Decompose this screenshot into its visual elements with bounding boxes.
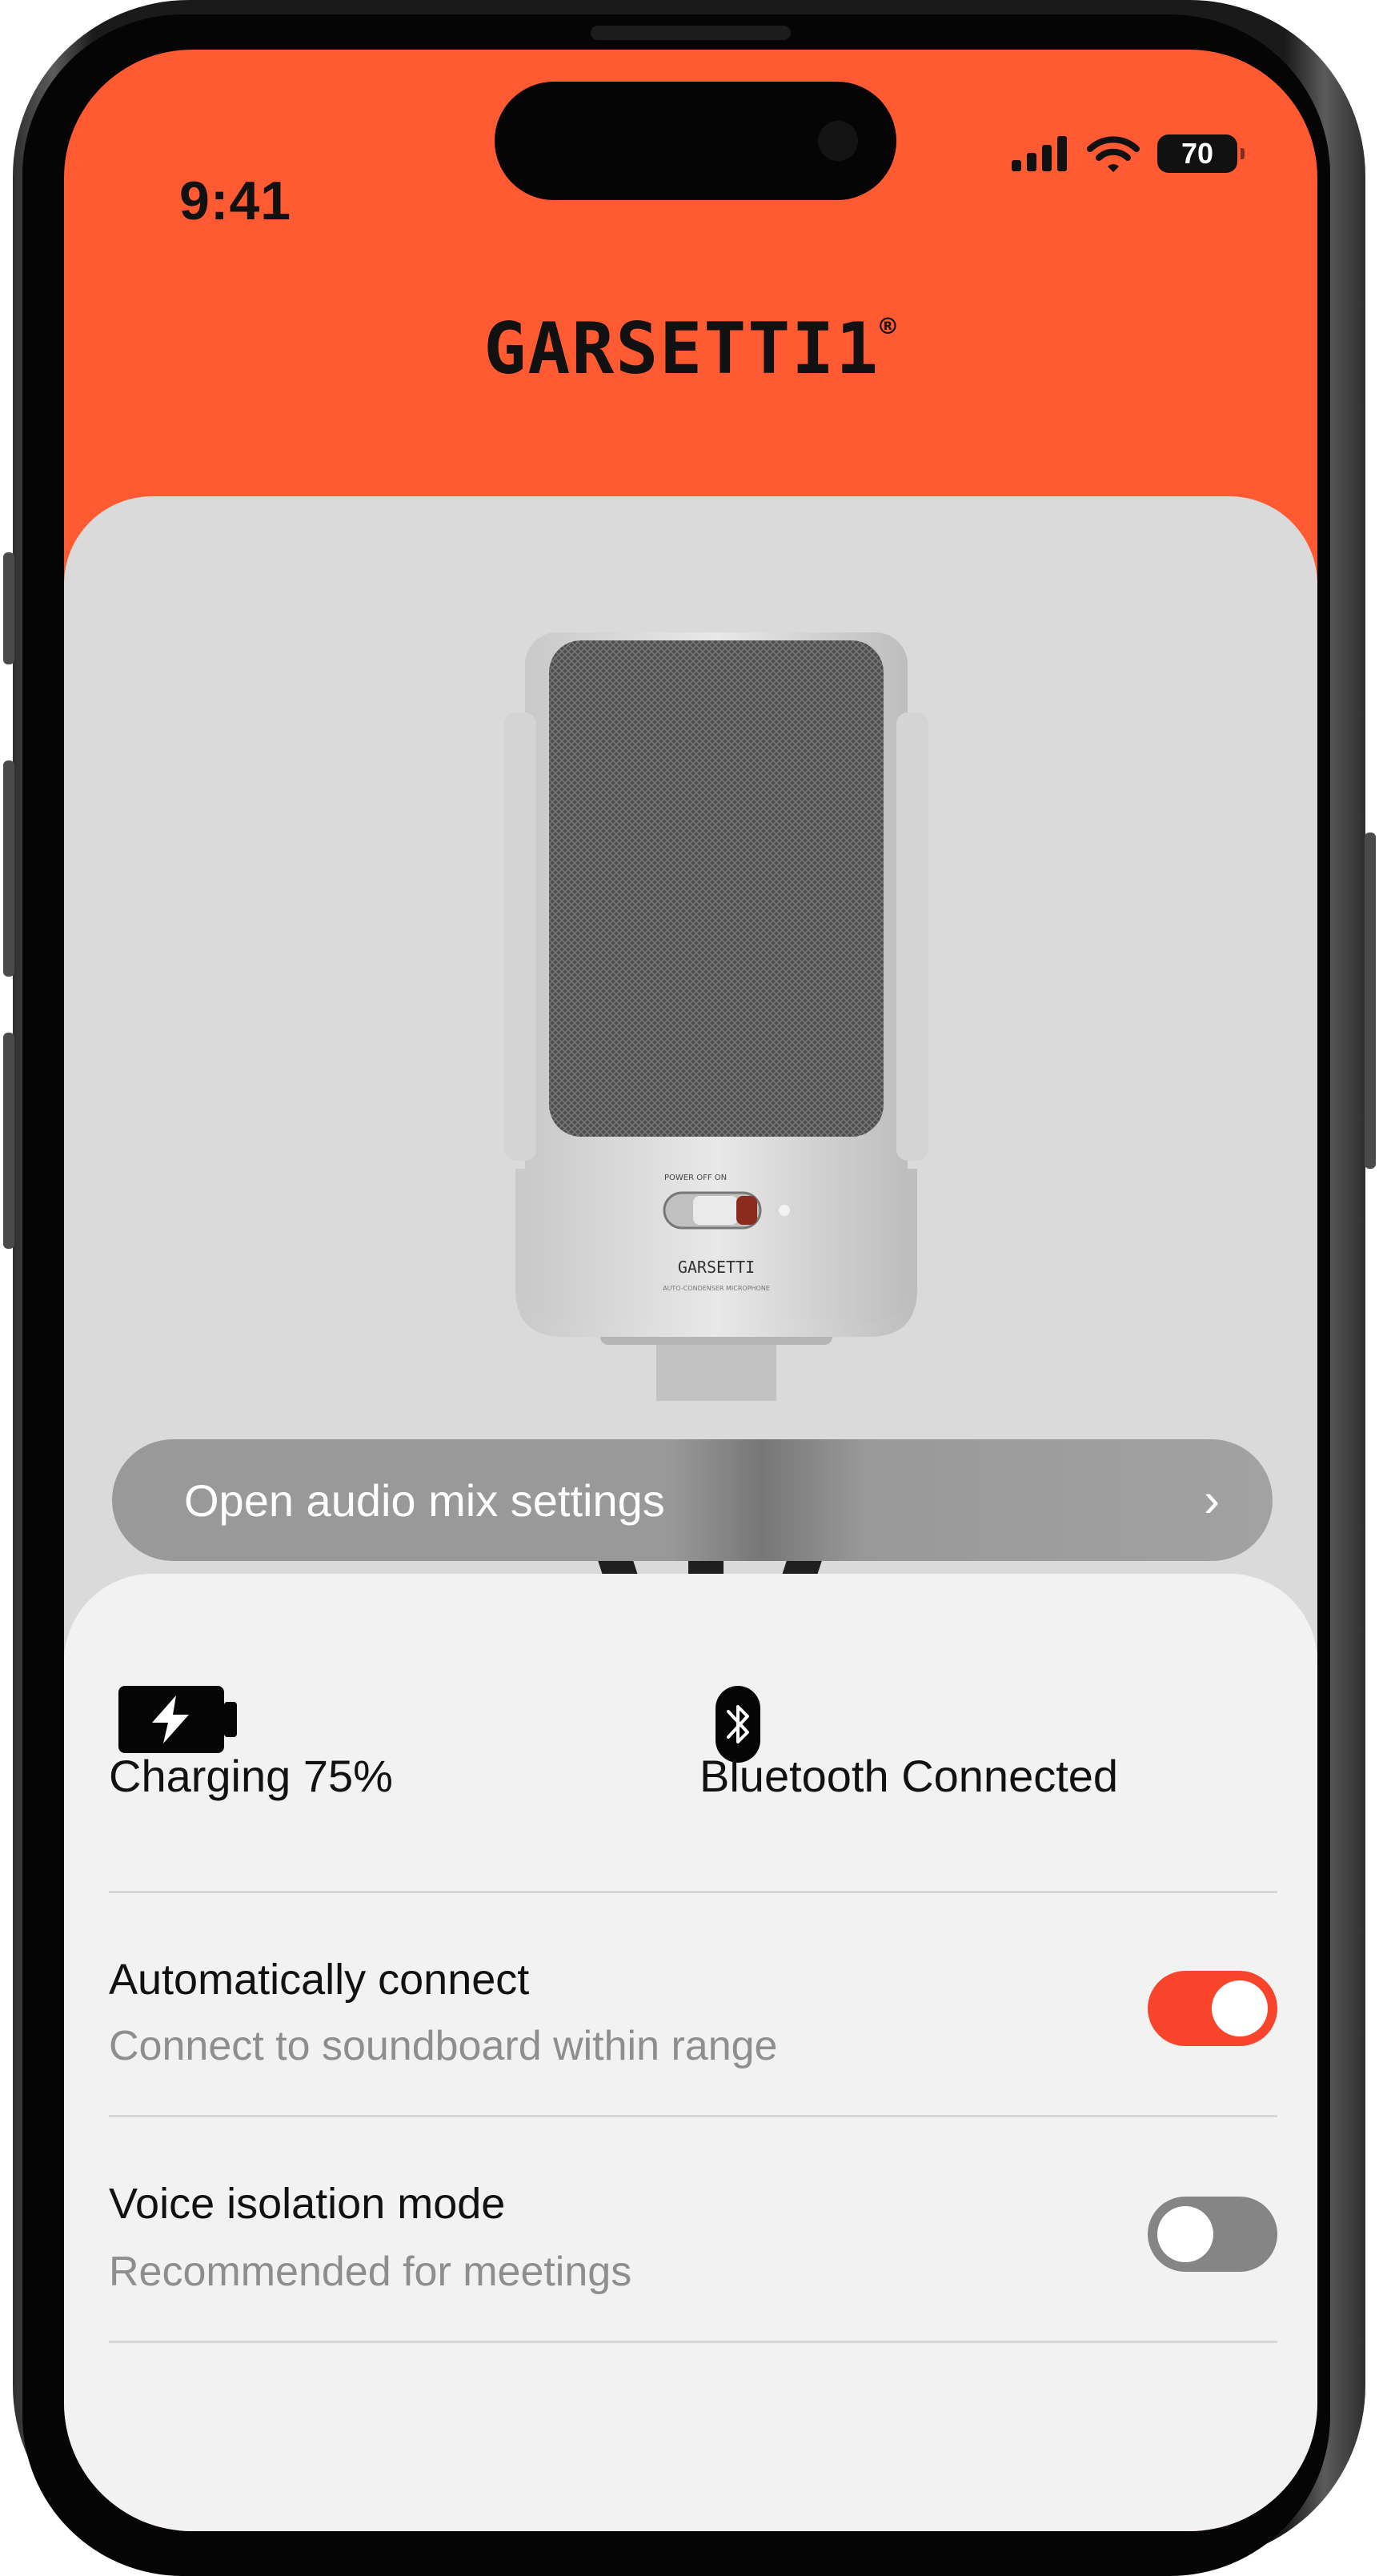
setting-subtitle: Connect to soundboard within range (109, 2023, 778, 2069)
charging-label: Charging 75% (109, 1751, 393, 1801)
status-time: 9:41 (179, 171, 292, 231)
earpiece-speaker (591, 26, 791, 40)
wifi-icon (1087, 136, 1140, 172)
toggle-knob (1212, 1980, 1268, 2036)
microphone-image: POWER OFF ON GARSETTI AUTO-CONDENSER MIC… (504, 632, 928, 1401)
setting-title: Automatically connect (109, 1956, 530, 2004)
power-button (1365, 833, 1376, 1169)
setting-subtitle: Recommended for meetings (109, 2249, 632, 2295)
app-screen: 9:41 70 GARSETTI1® POWER OFF ON GARSETTI… (64, 50, 1317, 2531)
signal-icon (1012, 136, 1067, 171)
open-audio-mix-label: Open audio mix settings (184, 1475, 665, 1526)
battery-charging-icon (118, 1686, 237, 1753)
status-icons: 70 (1012, 126, 1245, 182)
battery-indicator: 70 (1157, 134, 1245, 173)
controls-sheet: Charging 75% Bluetooth Connected Automat… (64, 1574, 1317, 2531)
divider (109, 2115, 1277, 2117)
front-camera (818, 121, 858, 161)
setting-title: Voice isolation mode (109, 2180, 506, 2228)
product-card: POWER OFF ON GARSETTI AUTO-CONDENSER MIC… (64, 496, 1317, 1681)
toggle-knob (1157, 2206, 1213, 2262)
registered-mark: ® (880, 311, 898, 343)
svg-text:POWER OFF ON: POWER OFF ON (664, 1174, 727, 1182)
volume-up-button (3, 760, 14, 977)
svg-text:AUTO-CONDENSER MICROPHONE: AUTO-CONDENSER MICROPHONE (663, 1285, 770, 1292)
chevron-right-icon: › (1204, 1473, 1220, 1527)
open-audio-mix-button[interactable]: Open audio mix settings › (112, 1439, 1273, 1561)
bluetooth-label: Bluetooth Connected (700, 1751, 1119, 1801)
voice-isolation-toggle[interactable] (1148, 2197, 1277, 2272)
dynamic-island (495, 82, 896, 200)
divider (109, 1891, 1277, 1893)
brand-logo: GARSETTI1® (64, 307, 1317, 390)
action-button (3, 552, 14, 664)
divider (109, 2341, 1277, 2343)
volume-down-button (3, 1033, 14, 1249)
brand-name: GARSETTI1 (483, 307, 880, 390)
auto-connect-toggle[interactable] (1148, 1971, 1277, 2046)
svg-text:GARSETTI: GARSETTI (678, 1258, 755, 1277)
